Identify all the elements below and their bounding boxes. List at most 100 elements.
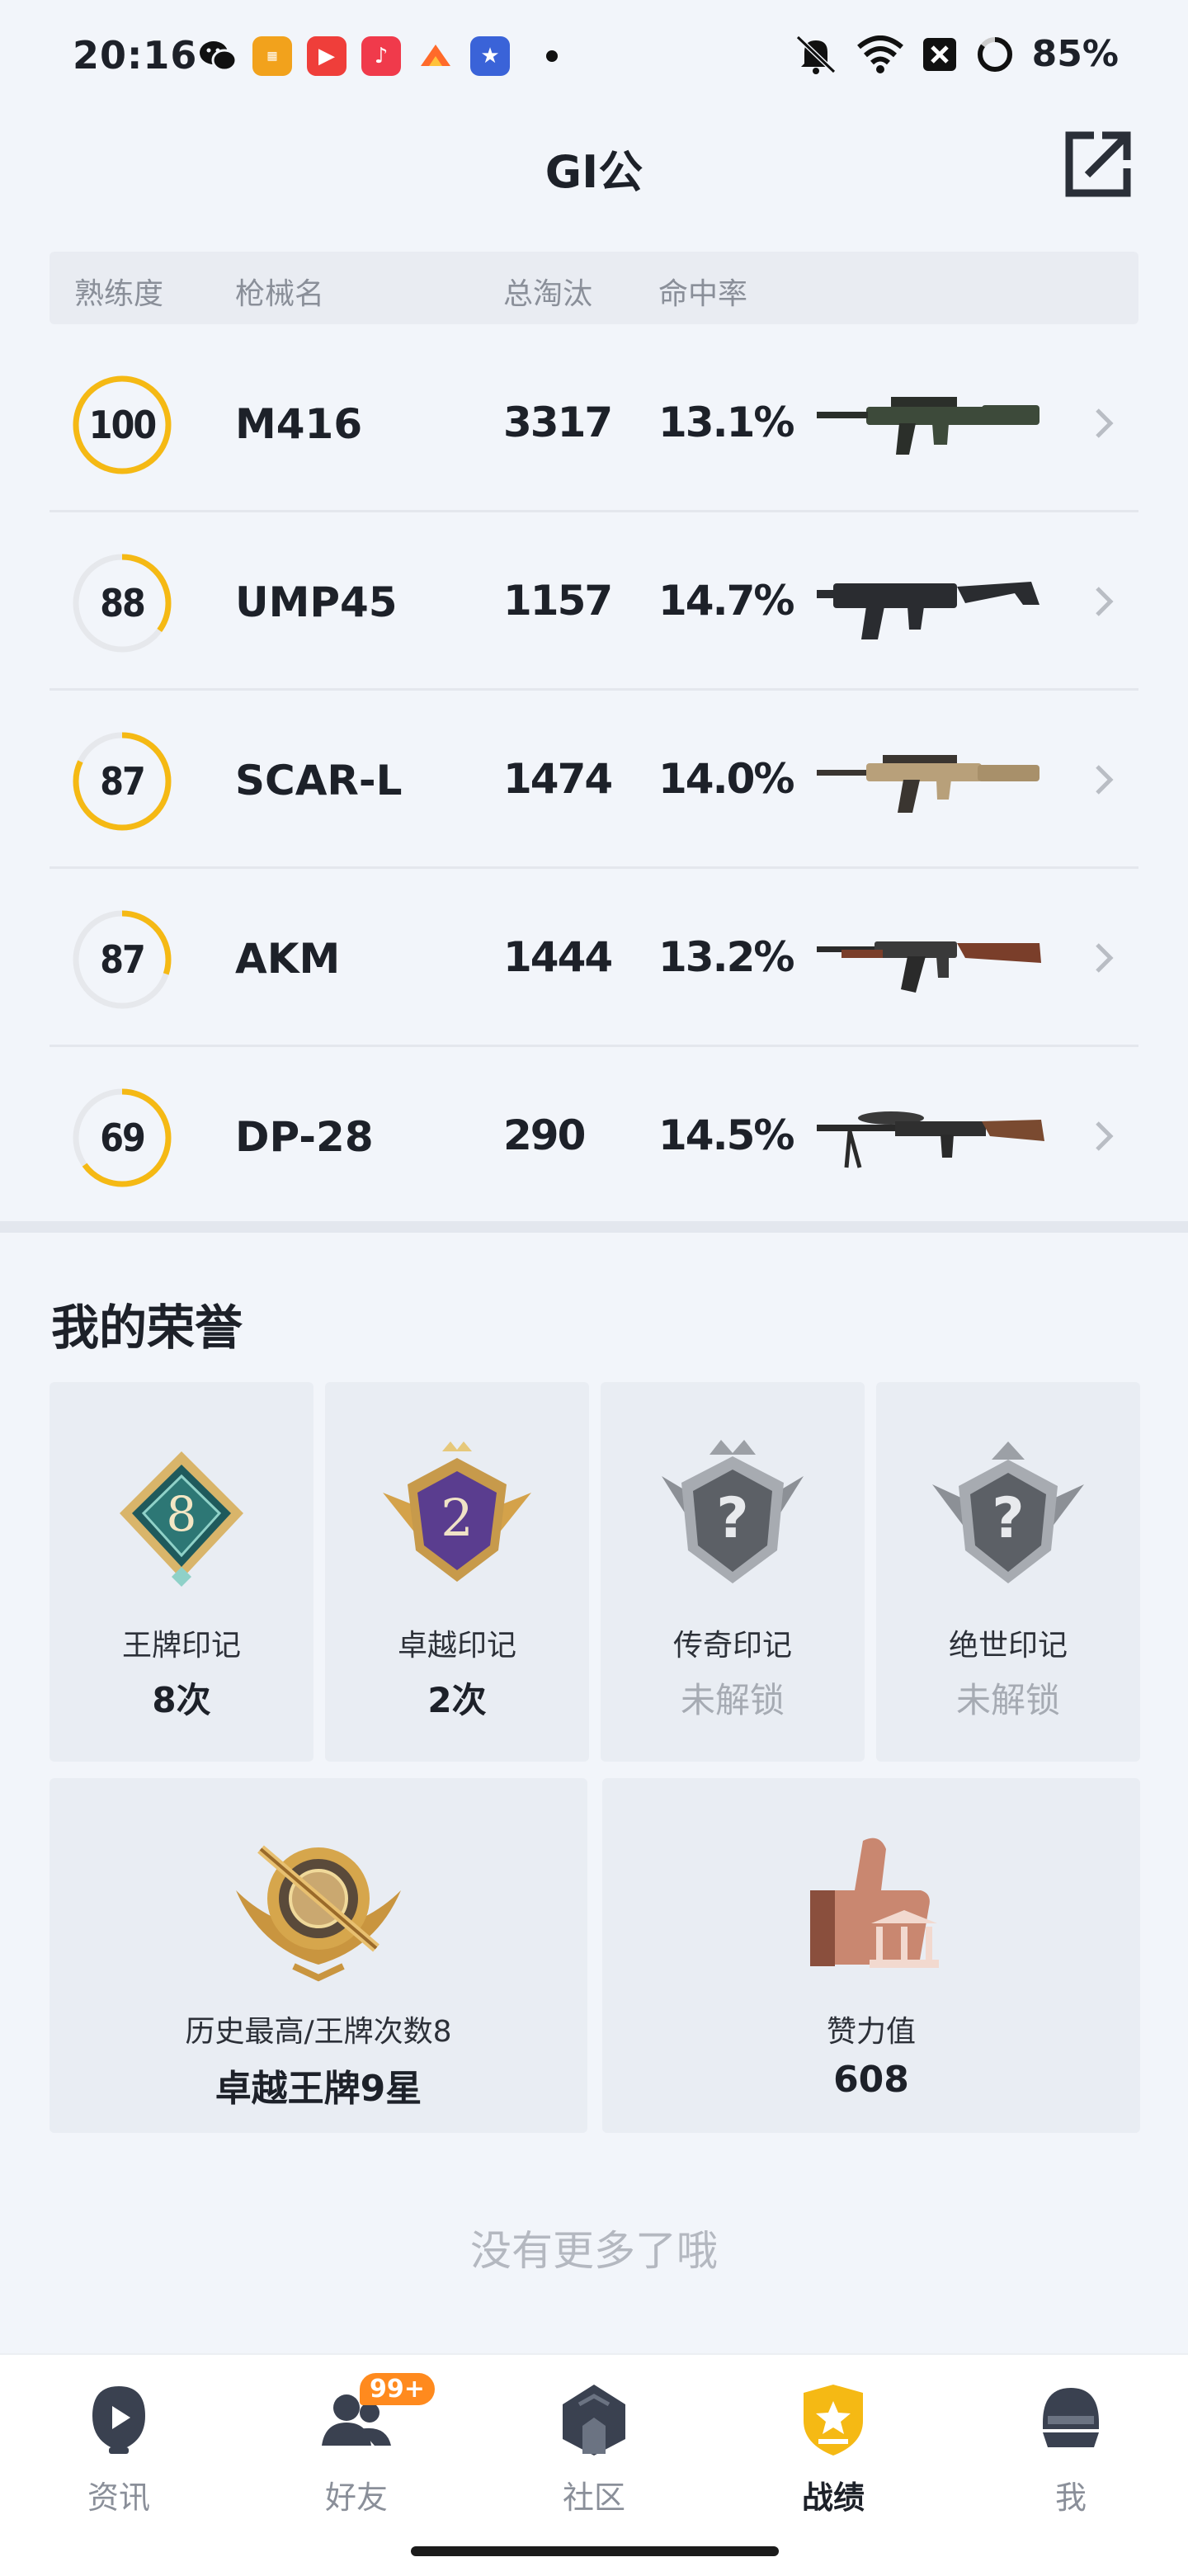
record-icon xyxy=(804,2385,863,2456)
tab-community[interactable]: 社区 xyxy=(512,2380,676,2517)
more-notifications-dot xyxy=(546,50,558,62)
weapon-accuracy: 13.1% xyxy=(658,399,794,446)
peerless-emblem-glyph: ? xyxy=(992,1486,1024,1551)
wifi-icon xyxy=(856,35,903,73)
mastery-ring: 87 xyxy=(71,730,173,833)
badge-label: 王牌印记 xyxy=(121,1629,241,1663)
weapon-list: 100 M416 3317 13.1% 88 UMP45 1157 14.7% … xyxy=(50,334,1138,1223)
column-header-accuracy: 命中率 xyxy=(658,277,748,311)
page-title: GI公 xyxy=(544,146,644,198)
chevron-right-icon[interactable] xyxy=(1087,757,1120,803)
chevron-right-icon[interactable] xyxy=(1087,400,1120,446)
end-of-list-note: 没有更多了哦 xyxy=(470,2227,718,2275)
ace-emblem-icon: 8 xyxy=(120,1451,243,1587)
tab-label: 资讯 xyxy=(87,2479,150,2516)
mute-icon xyxy=(795,35,836,74)
weapon-name: SCAR-L xyxy=(235,757,403,804)
share-external-icon[interactable] xyxy=(1061,127,1135,201)
badge-label: 传奇印记 xyxy=(672,1629,792,1663)
legend-emblem-glyph: ? xyxy=(716,1486,748,1551)
excellence-emblem-number: 2 xyxy=(441,1488,473,1548)
tab-label: 我 xyxy=(1054,2479,1087,2516)
ace-mark-card[interactable]: 8 王牌印记 8次 xyxy=(50,1382,314,1762)
thumbs-up-icon xyxy=(810,1838,939,1968)
likes-label: 赞力值 xyxy=(826,2015,916,2049)
mastery-value: 87 xyxy=(100,937,146,982)
highest-rank-value: 卓越王牌9星 xyxy=(214,2068,422,2110)
weapon-accuracy: 14.0% xyxy=(658,755,794,803)
tab-friends[interactable]: 99+ 好友 xyxy=(274,2373,439,2517)
music-app-icon: ♪ xyxy=(361,36,401,76)
tab-label: 好友 xyxy=(324,2479,388,2516)
peerless-mark-card[interactable]: ? 绝世印记 未解锁 xyxy=(876,1382,1140,1762)
status-indicators: 85% xyxy=(793,33,1119,75)
mastery-value: 87 xyxy=(100,759,146,804)
badge-value: 未解锁 xyxy=(680,1680,785,1720)
weapon-row[interactable]: 88 UMP45 1157 14.7% xyxy=(50,512,1138,691)
weapon-row[interactable]: 87 AKM 1444 13.2% xyxy=(50,869,1138,1047)
assault-rifle-tan-icon xyxy=(817,755,1040,813)
legend-mark-card[interactable]: ? 传奇印记 未解锁 xyxy=(601,1382,865,1762)
mastery-value: 88 xyxy=(100,581,146,625)
weapon-row[interactable]: 100 M416 3317 13.1% xyxy=(50,334,1138,512)
status-time: 20:16 xyxy=(73,33,198,78)
column-header-weapon-name: 枪械名 xyxy=(235,277,325,311)
smg-icon xyxy=(817,582,1040,639)
tab-label: 战绩 xyxy=(801,2479,865,2516)
mastery-value: 69 xyxy=(100,1116,146,1160)
weapon-name: UMP45 xyxy=(235,578,398,626)
mastery-ring: 100 xyxy=(71,374,173,476)
friends-count-badge: 99+ xyxy=(360,2373,435,2405)
mastery-ring: 69 xyxy=(71,1087,173,1189)
likes-value: 608 xyxy=(833,2059,909,2101)
badge-value: 8次 xyxy=(152,1680,211,1720)
wechat-icon xyxy=(198,36,238,76)
mastery-ring: 88 xyxy=(71,552,173,654)
column-header-kills: 总淘汰 xyxy=(503,277,593,311)
rank-emblem-icon xyxy=(236,1845,401,1982)
weapon-row[interactable]: 69 DP-28 290 14.5% xyxy=(50,1047,1138,1223)
legend-emblem-locked-icon: ? xyxy=(662,1440,804,1583)
chevron-right-icon[interactable] xyxy=(1087,935,1120,981)
akm-icon xyxy=(817,941,1041,993)
weapon-name: DP-28 xyxy=(235,1113,374,1161)
weapon-kills: 290 xyxy=(503,1111,586,1159)
excellence-emblem-icon: 2 xyxy=(383,1441,531,1582)
weapon-kills: 3317 xyxy=(503,399,613,446)
news-icon xyxy=(92,2386,145,2454)
weapon-name: AKM xyxy=(235,935,341,983)
home-indicator[interactable] xyxy=(411,2546,779,2556)
honor-badges: 8 王牌印记 8次 2 卓越印记 2次 ? 传奇印记 未解锁 ? 绝世印记 未解… xyxy=(50,1382,1140,1762)
status-bar: 20:16 ▦ ▶ ♪ ★ 85% xyxy=(0,0,1188,99)
likes-card[interactable]: 赞力值 608 xyxy=(602,1778,1140,2133)
column-header-mastery: 熟练度 xyxy=(74,277,164,311)
excellence-mark-card[interactable]: 2 卓越印记 2次 xyxy=(325,1382,589,1762)
chevron-right-icon[interactable] xyxy=(1087,1113,1120,1159)
battery-ring-icon xyxy=(977,36,1012,72)
weapon-accuracy: 14.5% xyxy=(658,1111,794,1159)
tab-profile[interactable]: 我 xyxy=(988,2380,1153,2517)
badge-label: 卓越印记 xyxy=(397,1629,516,1663)
weapon-table-header: 熟练度 枪械名 总淘汰 命中率 xyxy=(50,252,1138,324)
chevron-right-icon[interactable] xyxy=(1087,578,1120,625)
video-app-icon: ▶ xyxy=(307,36,346,76)
tab-label: 社区 xyxy=(562,2479,625,2516)
notification-icons: ▦ ▶ ♪ ★ xyxy=(198,36,558,76)
weapon-kills: 1444 xyxy=(503,933,613,981)
highest-rank-card[interactable]: 历史最高/王牌次数8 卓越王牌9星 xyxy=(50,1778,587,2133)
assault-rifle-icon xyxy=(817,397,1040,455)
tab-records[interactable]: 战绩 xyxy=(751,2380,916,2517)
badge-value: 2次 xyxy=(427,1680,487,1720)
weapon-name: M416 xyxy=(235,400,363,448)
weapon-kills: 1157 xyxy=(503,577,613,625)
battery-percent: 85% xyxy=(1031,33,1119,75)
profile-icon xyxy=(1043,2388,1099,2447)
badge-label: 绝世印记 xyxy=(948,1629,1068,1663)
weapon-kills: 1474 xyxy=(503,755,613,803)
sim-disabled-icon xyxy=(922,37,956,71)
section-divider xyxy=(0,1221,1188,1233)
weapon-accuracy: 13.2% xyxy=(658,933,794,981)
tab-news[interactable]: 资讯 xyxy=(36,2380,201,2517)
highest-rank-label: 历史最高/王牌次数8 xyxy=(185,2015,452,2049)
weapon-row[interactable]: 87 SCAR-L 1474 14.0% xyxy=(50,691,1138,869)
